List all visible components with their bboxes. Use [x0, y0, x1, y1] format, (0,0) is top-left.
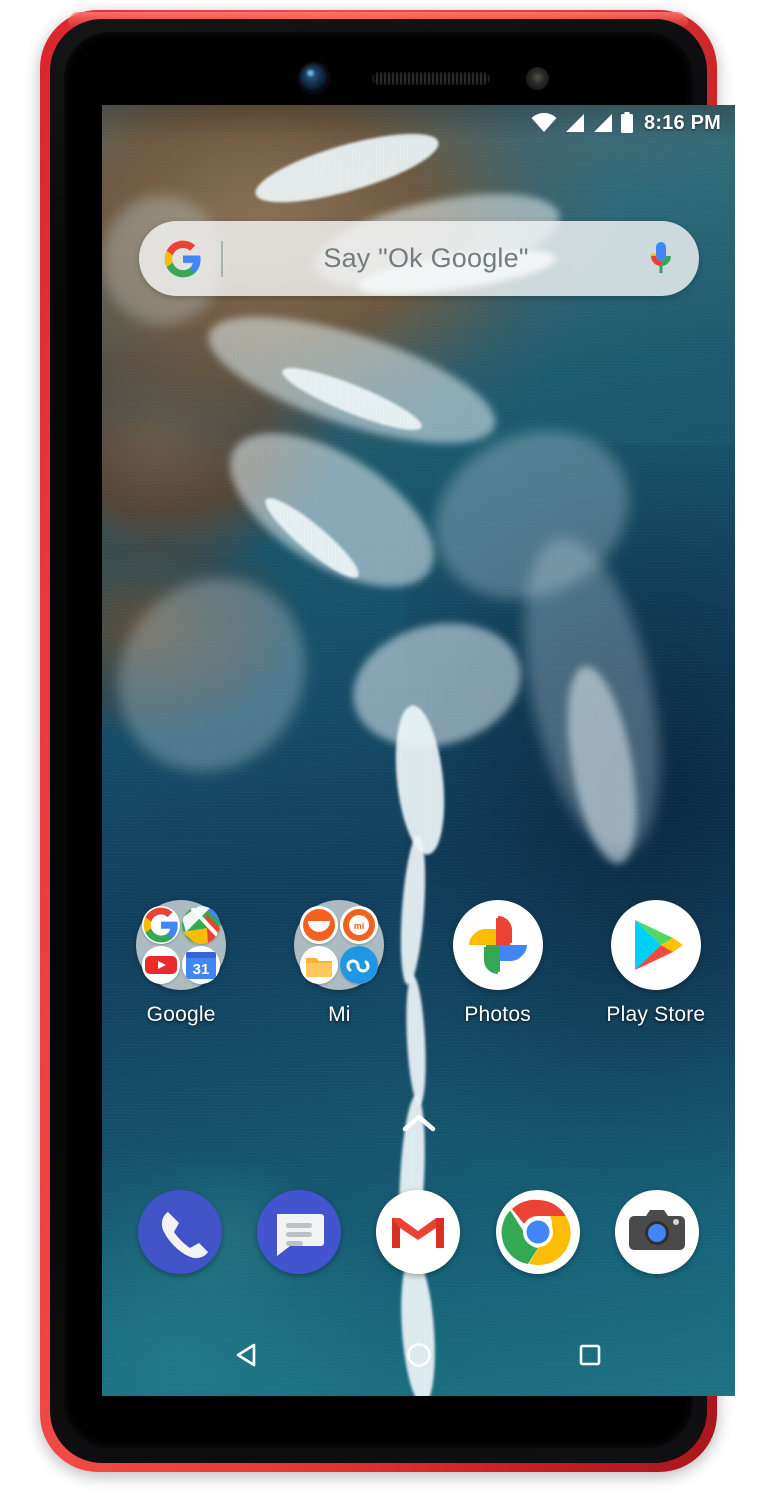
home-icon-photos[interactable]: Photos: [419, 900, 577, 1027]
mi-community-icon: [340, 946, 379, 984]
microphone-icon[interactable]: [647, 240, 675, 278]
folder-circle[interactable]: mi: [294, 900, 385, 990]
icon-label: Mi: [328, 1003, 351, 1026]
youtube-app-icon: [142, 946, 181, 984]
home-circle-icon: [406, 1343, 431, 1367]
navigation-bar: [102, 1314, 735, 1396]
proximity-sensor-icon: [526, 67, 549, 90]
mi-browser-icon: [300, 906, 339, 944]
dock-item-phone[interactable]: [137, 1190, 222, 1274]
earpiece-speaker-icon: [372, 72, 490, 85]
dock-item-gmail[interactable]: [376, 1190, 461, 1274]
google-search-bar[interactable]: Say "Ok Google": [139, 221, 699, 296]
google-g-icon: [164, 240, 201, 277]
status-clock: 8:16 PM: [644, 111, 721, 134]
maps-app-icon: [182, 906, 221, 944]
signal-sim2-icon: [594, 114, 612, 132]
dock-item-messages[interactable]: [257, 1190, 342, 1274]
icon-label: Google: [146, 1003, 216, 1026]
nav-home-button[interactable]: [397, 1333, 441, 1377]
photos-icon[interactable]: [452, 900, 543, 990]
home-icon-mi-folder[interactable]: mi Mi: [260, 900, 418, 1027]
dock-item-camera[interactable]: [615, 1190, 700, 1274]
wifi-icon: [531, 113, 557, 132]
home-icon-play-store[interactable]: Play Store: [577, 900, 735, 1027]
svg-text:mi: mi: [354, 921, 365, 931]
dock-item-chrome[interactable]: [495, 1190, 580, 1274]
nav-recents-button[interactable]: [568, 1333, 612, 1377]
nav-back-button[interactable]: [226, 1333, 270, 1377]
home-icon-grid: 31 Google mi Mi Photos Play Store: [102, 900, 735, 1027]
icon-label: Play Store: [606, 1003, 706, 1026]
play-store-icon[interactable]: [610, 900, 701, 990]
phone-device: 8:16 PM Say "Ok Google" 31 Google mi Mi …: [40, 10, 735, 1490]
phone-screen[interactable]: 8:16 PM Say "Ok Google" 31 Google mi Mi …: [102, 105, 735, 1396]
mi-store-icon: mi: [340, 906, 379, 944]
google-app-icon: [142, 906, 181, 944]
folder-circle[interactable]: 31: [136, 900, 227, 990]
signal-sim1-icon: [566, 114, 584, 132]
file-manager-icon: [300, 946, 339, 984]
dock: [102, 1190, 735, 1274]
home-icon-google-folder[interactable]: 31 Google: [102, 900, 260, 1027]
icon-label: Photos: [464, 1003, 531, 1026]
calendar-app-icon: 31: [182, 946, 221, 984]
status-bar: 8:16 PM: [102, 105, 735, 141]
svg-text:31: 31: [193, 961, 210, 978]
battery-icon: [621, 112, 633, 133]
recents-square-icon: [579, 1344, 600, 1366]
app-drawer-chevron-up-icon[interactable]: [402, 1113, 436, 1138]
search-placeholder: Say "Ok Google": [323, 243, 529, 273]
front-camera-icon: [299, 63, 329, 93]
back-triangle-icon: [236, 1343, 255, 1367]
